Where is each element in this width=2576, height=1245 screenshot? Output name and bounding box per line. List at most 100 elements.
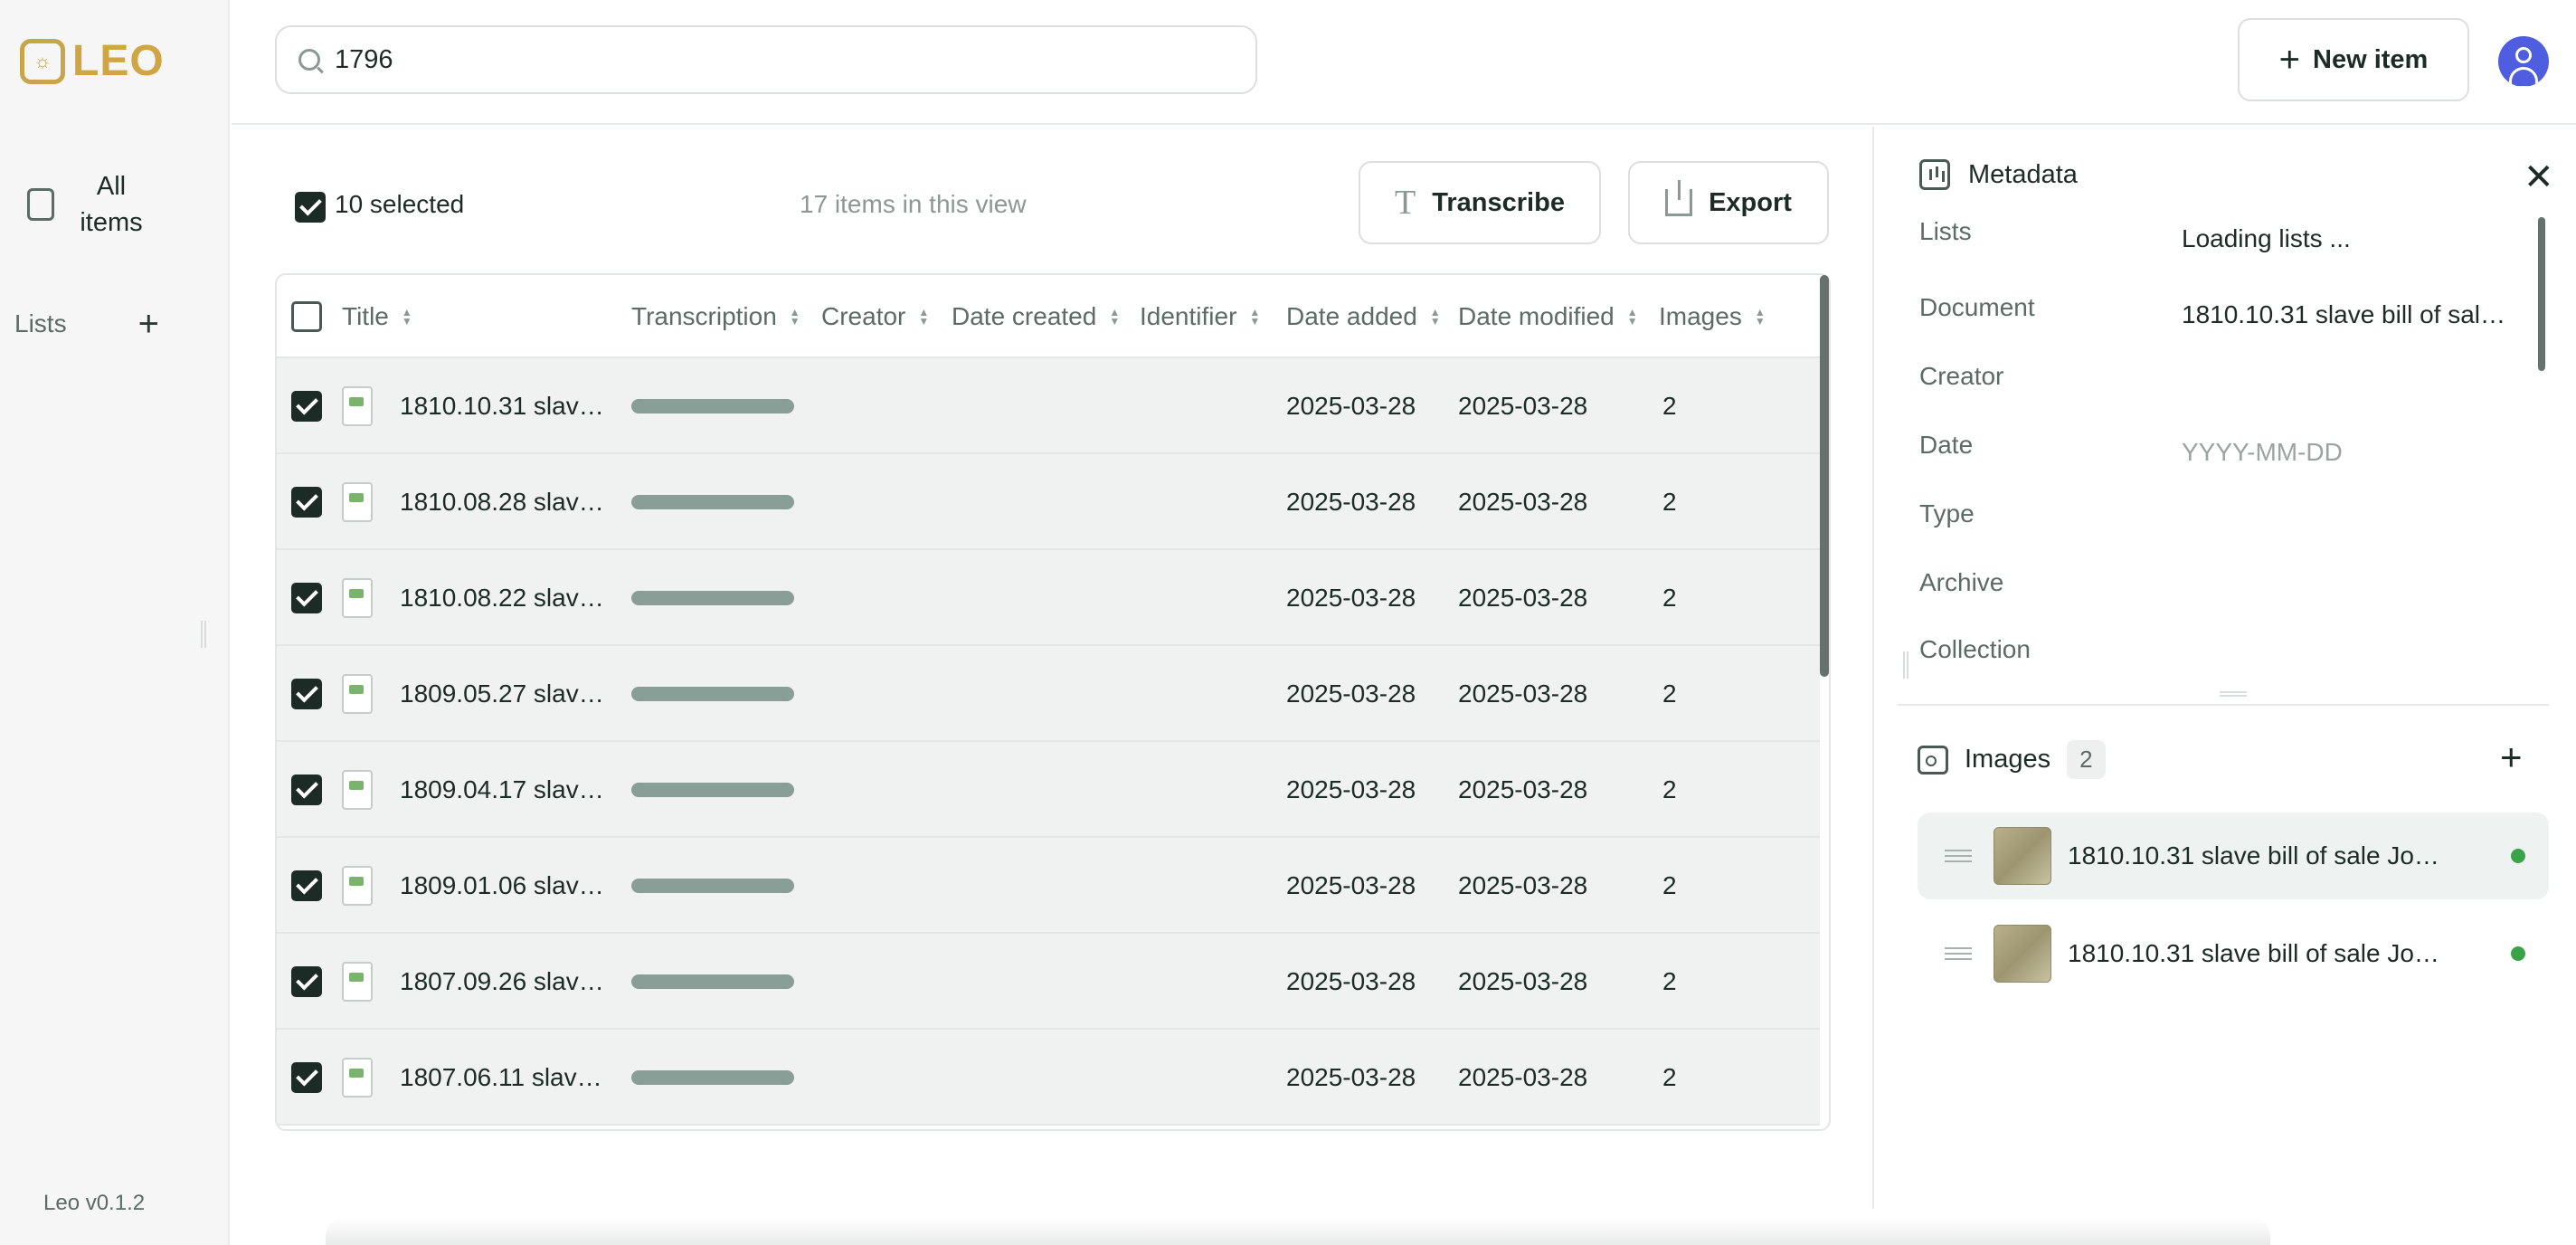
export-button[interactable]: Export (1628, 161, 1829, 244)
sort-icon: ▲ ▼ (1626, 306, 1638, 328)
column-date-created[interactable]: Date created ▲ ▼ (952, 275, 1120, 358)
row-date-modified: 2025-03-28 (1458, 584, 1588, 612)
table-row[interactable]: 1810.08.28 slav… 2025-03-28 2025-03-28 2 (277, 454, 1820, 550)
metadata-field-archive[interactable]: Archive (1919, 568, 2543, 637)
lists-label: Lists (14, 309, 67, 337)
table-row[interactable]: 1810.08.22 slav… 2025-03-28 2025-03-28 2 (277, 550, 1820, 646)
row-checkbox[interactable] (291, 1062, 322, 1093)
metadata-field-date[interactable]: Date YYYY-MM-DD (1919, 431, 2543, 499)
transcription-progress-bar (631, 783, 794, 797)
table-row[interactable]: 1809.05.27 slav… 2025-03-28 2025-03-28 2 (277, 646, 1820, 742)
image-name: 1810.10.31 slave bill of sale Joh… (2068, 939, 2448, 967)
column-identifier[interactable]: Identifier ▲ ▼ (1140, 275, 1260, 358)
new-item-button[interactable]: + New item (2238, 18, 2469, 101)
transcribe-button[interactable]: T Transcribe (1359, 161, 1601, 244)
image-list-item[interactable]: 1810.10.31 slave bill of sale Joh… (1918, 813, 2549, 899)
column-title[interactable]: Title ▲ ▼ (342, 275, 412, 358)
text-icon: T (1395, 184, 1416, 222)
table-row[interactable]: 1807.09.26 slav… 2025-03-28 2025-03-28 2 (277, 934, 1820, 1030)
row-date-added: 2025-03-28 (1286, 584, 1416, 612)
header-select-checkbox-cell (291, 275, 322, 358)
logo[interactable]: ☼ LEO (20, 36, 165, 86)
row-date-added: 2025-03-28 (1286, 871, 1416, 899)
items-count: 17 items in this view (800, 190, 1027, 218)
row-checkbox[interactable] (291, 583, 322, 613)
column-transcription[interactable]: Transcription ▲ ▼ (631, 275, 800, 358)
sort-icon: ▲ ▼ (1109, 306, 1121, 328)
add-image-button[interactable]: + (2500, 738, 2523, 776)
lion-logo-icon: ☼ (20, 38, 65, 84)
table-row[interactable]: 1807.06.11 slav… 2025-03-28 2025-03-28 2 (277, 1030, 1820, 1126)
row-images-count: 2 (1662, 871, 1677, 899)
row-images-count: 2 (1662, 1063, 1677, 1091)
sort-icon: ▲ ▼ (1429, 306, 1441, 328)
metadata-field-document[interactable]: Document 1810.10.31 slave bill of sale… (1919, 293, 2543, 362)
sidebar-item-all-items[interactable]: All items (27, 168, 152, 241)
document-icon (27, 188, 54, 221)
column-images[interactable]: Images ▲ ▼ (1659, 275, 1766, 358)
header-checkbox[interactable] (291, 301, 322, 332)
image-name: 1810.10.31 slave bill of sale Joh… (2068, 841, 2448, 870)
search-icon (298, 49, 320, 71)
row-title: 1810.08.28 slav… (400, 488, 604, 516)
transcription-progress-bar (631, 974, 794, 989)
select-all-checkbox[interactable] (295, 192, 326, 223)
image-thumbnail-icon (342, 386, 373, 426)
row-title: 1810.08.22 slav… (400, 584, 604, 612)
sidebar-resize-handle[interactable] (201, 621, 206, 648)
row-checkbox[interactable] (291, 679, 322, 709)
selected-count: 10 selected (335, 190, 465, 218)
metadata-panel: Metadata ✕ Lists Loading lists ... Docum… (1872, 127, 2576, 1209)
metadata-scrollbar[interactable] (2538, 217, 2545, 371)
row-title: 1807.09.26 slav… (400, 967, 604, 995)
transcription-progress-bar (631, 591, 794, 605)
avatar[interactable] (2498, 36, 2549, 87)
search-box[interactable] (275, 25, 1257, 94)
image-thumbnail-icon (342, 674, 373, 714)
image-list-item[interactable]: 1810.10.31 slave bill of sale Joh… (1918, 910, 2549, 997)
metadata-field-type[interactable]: Type (1919, 499, 2543, 568)
bottom-shadow (326, 1218, 2270, 1245)
drag-handle-icon[interactable] (1945, 850, 1972, 862)
sidebar-item-label: All items (80, 172, 143, 237)
row-title: 1810.10.31 slav… (400, 392, 604, 420)
panel-resize-handle[interactable] (1903, 651, 1908, 679)
row-images-count: 2 (1662, 584, 1677, 612)
row-checkbox[interactable] (291, 966, 322, 997)
row-checkbox[interactable] (291, 775, 322, 805)
sort-icon: ▲ ▼ (401, 306, 412, 328)
row-images-count: 2 (1662, 967, 1677, 995)
section-divider (1898, 704, 2549, 706)
table-row[interactable]: 1810.10.31 slav… 2025-03-28 2025-03-28 2 (277, 358, 1820, 454)
section-resize-handle[interactable] (2220, 691, 2247, 697)
metadata-header: Metadata (1919, 159, 2078, 190)
drag-handle-icon[interactable] (1945, 947, 1972, 960)
items-table: Title ▲ ▼ Transcription ▲ ▼ Creator ▲ ▼ Date c… (275, 273, 1831, 1131)
images-title: Images (1965, 745, 2051, 774)
table-scrollbar[interactable] (1820, 275, 1829, 677)
table-row[interactable]: 1809.01.06 slav… 2025-03-28 2025-03-28 2 (277, 838, 1820, 934)
row-checkbox[interactable] (291, 487, 322, 518)
metadata-title: Metadata (1968, 159, 2078, 189)
transcription-progress-bar (631, 1070, 794, 1085)
image-thumbnail-icon (342, 578, 373, 618)
search-input[interactable] (333, 43, 1147, 76)
metadata-field-creator[interactable]: Creator (1919, 362, 2543, 431)
column-date-modified[interactable]: Date modified ▲ ▼ (1458, 275, 1638, 358)
row-checkbox[interactable] (291, 870, 322, 901)
row-images-count: 2 (1662, 488, 1677, 516)
close-icon[interactable]: ✕ (2524, 159, 2554, 195)
row-date-modified: 2025-03-28 (1458, 775, 1588, 803)
add-list-button[interactable]: + (138, 306, 159, 342)
plus-icon: + (2278, 40, 2301, 80)
image-thumbnail-icon (342, 962, 373, 1002)
sidebar-lists-row: Lists + (14, 306, 159, 342)
row-date-added: 2025-03-28 (1286, 392, 1416, 420)
row-checkbox[interactable] (291, 391, 322, 422)
table-row[interactable]: 1809.04.17 slav… 2025-03-28 2025-03-28 2 (277, 742, 1820, 838)
column-creator[interactable]: Creator ▲ ▼ (821, 275, 929, 358)
row-date-added: 2025-03-28 (1286, 488, 1416, 516)
column-date-added[interactable]: Date added ▲ ▼ (1286, 275, 1441, 358)
metadata-field-lists[interactable]: Lists Loading lists ... (1919, 217, 2543, 286)
image-thumbnail-icon (342, 866, 373, 906)
